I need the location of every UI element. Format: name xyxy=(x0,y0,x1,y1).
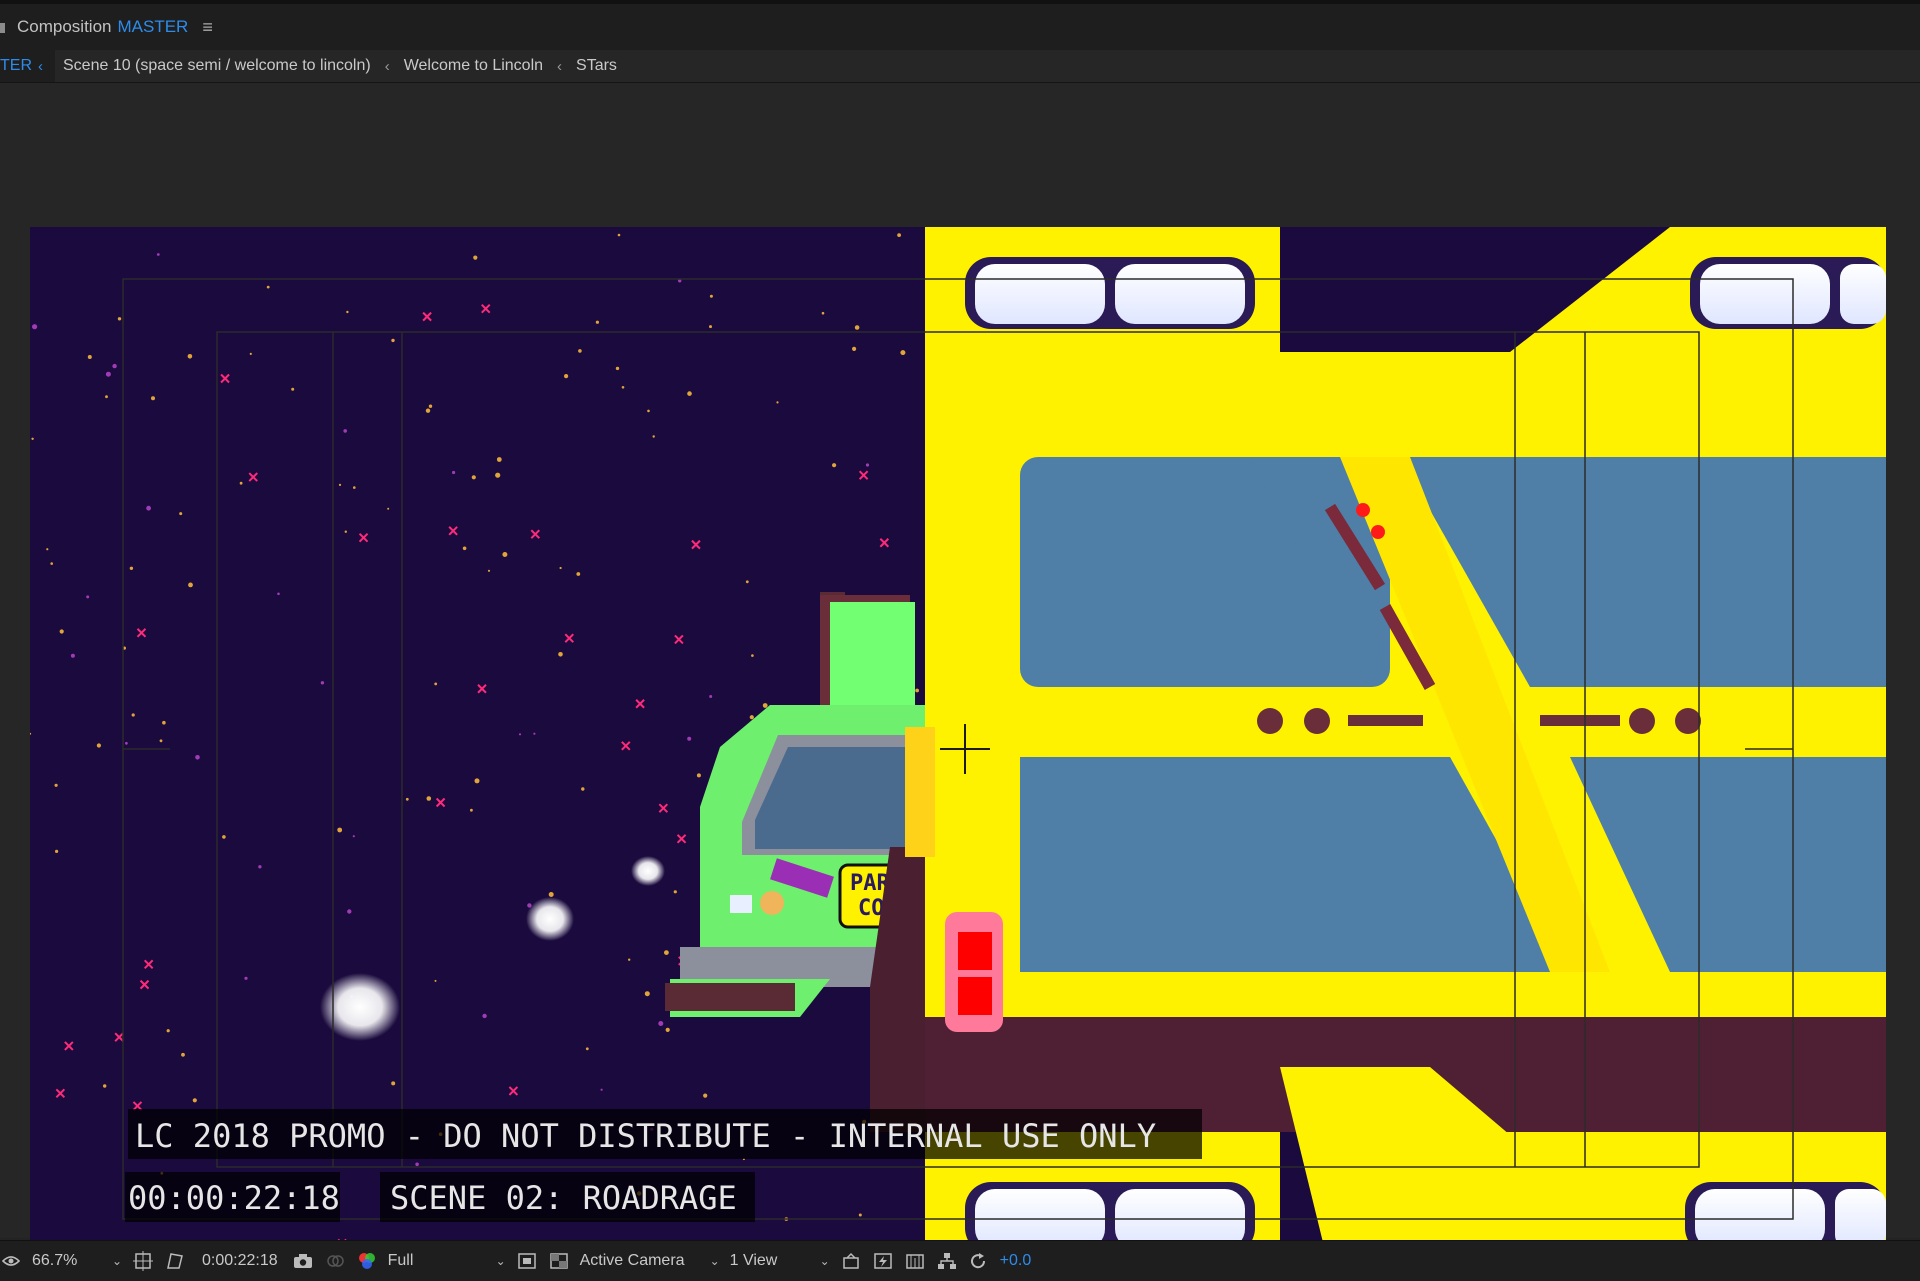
breadcrumb-current[interactable]: TER ‹ xyxy=(0,50,55,82)
chevron-down-icon: ⌄ xyxy=(819,1254,830,1268)
region-of-interest-icon[interactable] xyxy=(516,1250,538,1272)
panel-grip[interactable] xyxy=(0,23,5,33)
composition-viewer[interactable]: PARO COU LC 2018 PROMO - DO NOT DISTRIBU… xyxy=(0,83,1920,1271)
scene-label: SCENE 02: ROADRAGE xyxy=(390,1179,737,1217)
views-value: 1 View xyxy=(729,1252,778,1269)
fast-previews-icon[interactable] xyxy=(872,1250,894,1272)
flowchart-icon[interactable] xyxy=(936,1250,958,1272)
glow-orb xyxy=(526,897,574,941)
glow-orb xyxy=(320,973,400,1041)
chevron-left-icon: ‹ xyxy=(384,57,390,75)
composition-canvas[interactable]: PARO COU LC 2018 PROMO - DO NOT DISTRIBU… xyxy=(30,227,1886,1271)
transparency-grid-icon[interactable] xyxy=(548,1250,570,1272)
hamburger-icon[interactable]: ≡ xyxy=(202,17,213,38)
slate-text: LC 2018 PROMO - DO NOT DISTRIBUTE - INTE… xyxy=(135,1117,1156,1155)
chevron-left-icon: ‹ xyxy=(38,57,43,75)
resolution-dropdown[interactable]: Full ⌄ xyxy=(388,1252,506,1270)
composition-panel-header: Composition MASTER ≡ xyxy=(0,0,1920,50)
zoom-value: 66.7% xyxy=(32,1252,78,1269)
panel-title[interactable]: Composition MASTER ≡ xyxy=(17,17,213,38)
exposure-value[interactable]: +0.0 xyxy=(1000,1252,1032,1270)
magnification-dropdown[interactable]: 66.7% ⌄ xyxy=(32,1252,122,1270)
camera-snapshot-icon[interactable] xyxy=(292,1250,314,1272)
timeline-icon[interactable] xyxy=(904,1250,926,1272)
timecode-overlay: 00:00:22:18 xyxy=(128,1179,340,1217)
breadcrumb-item[interactable]: STars xyxy=(568,57,625,75)
breadcrumb-current-label: TER xyxy=(0,57,32,74)
always-preview-icon[interactable] xyxy=(0,1250,22,1272)
camera-dropdown[interactable]: Active Camera ⌄ xyxy=(580,1252,720,1270)
breadcrumb-item[interactable]: Scene 10 (space semi / welcome to lincol… xyxy=(55,57,379,75)
reset-exposure-icon[interactable] xyxy=(968,1250,990,1272)
resolution-value: Full xyxy=(387,1252,414,1269)
current-time[interactable]: 0:00:22:18 xyxy=(202,1252,278,1270)
viewer-toolbar: 66.7% ⌄ 0:00:22:18 Full ⌄ Active Camera … xyxy=(0,1240,1920,1281)
chevron-down-icon: ⌄ xyxy=(709,1254,720,1268)
camera-value: Active Camera xyxy=(579,1252,685,1269)
show-snapshot-icon[interactable] xyxy=(324,1250,346,1272)
panel-title-prefix: Composition xyxy=(17,17,112,36)
chevron-left-icon: ‹ xyxy=(557,57,563,75)
color-channels-icon[interactable] xyxy=(356,1250,378,1272)
grid-guides-icon[interactable] xyxy=(132,1250,154,1272)
composition-breadcrumb: TER ‹ Scene 10 (space semi / welcome to … xyxy=(0,50,1920,83)
mask-visibility-icon[interactable] xyxy=(164,1250,186,1272)
glow-orb xyxy=(631,856,665,886)
chevron-down-icon: ⌄ xyxy=(111,1254,122,1268)
chevron-down-icon: ⌄ xyxy=(495,1254,506,1268)
toggle-pixel-aspect-icon[interactable] xyxy=(840,1250,862,1272)
breadcrumb-item[interactable]: Welcome to Lincoln xyxy=(396,57,551,75)
composition-name: MASTER xyxy=(117,17,189,36)
view-layout-dropdown[interactable]: 1 View ⌄ xyxy=(730,1252,830,1270)
